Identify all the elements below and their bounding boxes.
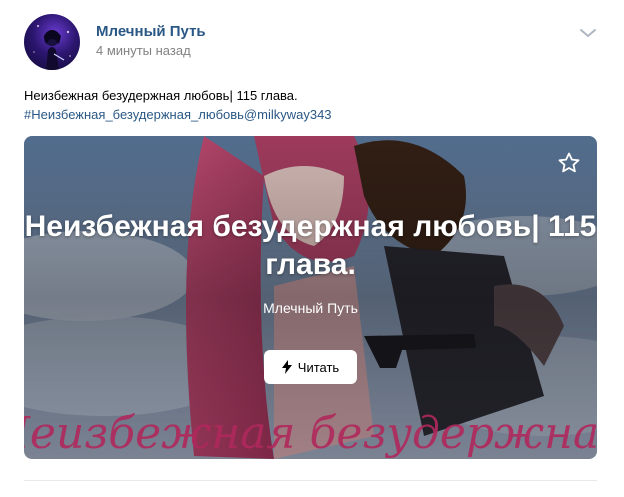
star-icon[interactable]	[557, 151, 581, 175]
post-text: Неизбежная безудержная любовь| 115 глава…	[24, 88, 298, 103]
read-button-label: Читать	[297, 359, 340, 375]
post-hashtag[interactable]: #Неизбежная_безудержная_любовь@milkyway3…	[24, 105, 332, 124]
read-button[interactable]: Читать	[264, 350, 357, 384]
post-author[interactable]: Млечный Путь	[96, 23, 206, 40]
article-title: Неизбежная безудержная любовь| 115 глава…	[24, 210, 597, 281]
post-divider	[24, 480, 597, 481]
chevron-down-icon[interactable]	[578, 26, 598, 40]
article-cover-image: Неизбежная безудержная	[24, 136, 597, 459]
post-time[interactable]: 4 минуты назад	[96, 43, 191, 58]
lightning-icon	[281, 360, 292, 374]
article-source: Млечный Путь	[263, 300, 358, 316]
cover-lettering: Неизбежная безудержная	[24, 408, 597, 459]
avatar-image	[33, 25, 71, 70]
article-card[interactable]: Неизбежная безудержная Неизбежная безуде…	[24, 136, 597, 459]
avatar[interactable]	[24, 14, 80, 70]
wall-post: Млечный Путь 4 минуты назад Неизбежная б…	[0, 0, 624, 497]
